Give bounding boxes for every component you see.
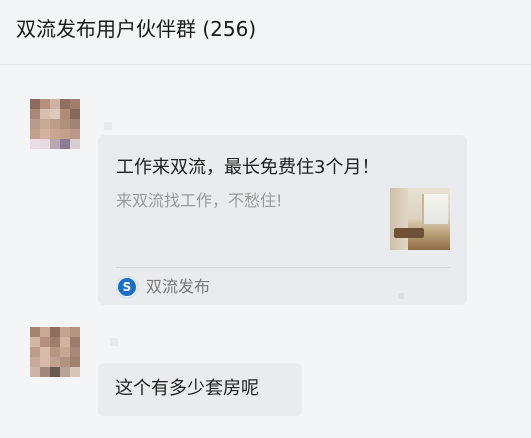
message-text: 这个有多少套房呢 — [115, 378, 259, 399]
card-thumbnail — [390, 188, 450, 250]
link-card[interactable]: 工作来双流，最长免费住3个月！ 来双流找工作，不愁住! S 双流发布 — [98, 135, 467, 305]
message-bubble[interactable]: 这个有多少套房呢 — [98, 363, 302, 416]
source-name: 双流发布 — [146, 277, 211, 296]
card-mark — [398, 293, 404, 299]
card-description: 来双流找工作，不愁住! — [116, 191, 283, 210]
sender-name-placeholder — [110, 338, 118, 346]
sender-name-placeholder — [104, 122, 112, 130]
card-divider — [116, 267, 450, 268]
group-title[interactable]: 双流发布用户伙伴群 (256) — [16, 15, 256, 43]
card-title: 工作来双流，最长免费住3个月！ — [116, 157, 380, 178]
source-logo-icon: S — [116, 276, 138, 298]
avatar[interactable] — [30, 99, 80, 149]
chat-header: 双流发布用户伙伴群 (256) — [0, 0, 531, 65]
avatar[interactable] — [30, 327, 80, 377]
